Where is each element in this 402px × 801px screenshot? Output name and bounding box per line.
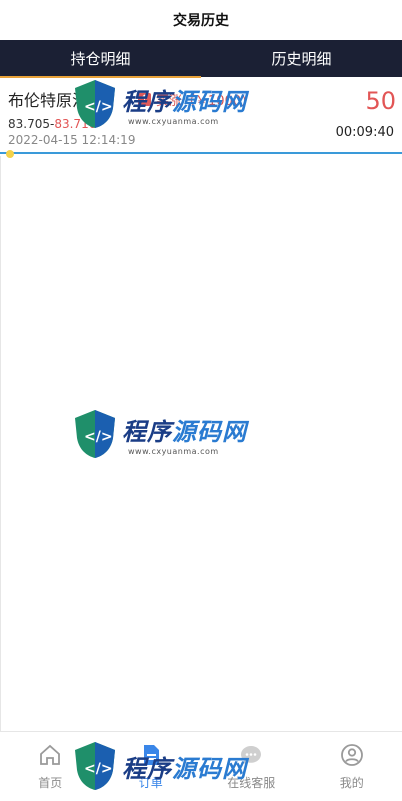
tab-bar: 持仓明细 历史明细: [0, 40, 402, 78]
page-header: 交易历史: [0, 0, 402, 40]
home-icon: [37, 742, 63, 768]
tab-positions[interactable]: 持仓明细: [0, 40, 201, 78]
list-empty-area: [0, 156, 402, 731]
profit-value: 50: [365, 87, 396, 115]
position-item[interactable]: 布伦特原油 ↑ 买涨 （￥1000） 83.705-83.716 2022-04…: [0, 77, 402, 158]
nav-home[interactable]: 首页: [0, 732, 101, 801]
tab-history[interactable]: 历史明细: [201, 40, 402, 77]
countdown-timer: 00:09:40: [335, 125, 394, 140]
tab-history-label: 历史明细: [271, 50, 332, 68]
order-icon: [138, 742, 164, 768]
open-price: 83.705: [8, 117, 50, 131]
user-icon: [339, 742, 365, 768]
nav-orders-label: 订单: [138, 776, 163, 790]
order-amount: （￥1000）: [182, 93, 255, 109]
direction-label: ↑ 买涨 （￥1000）: [138, 90, 254, 109]
page-title: 交易历史: [173, 13, 229, 29]
direction-text: 买涨: [156, 93, 183, 109]
nav-service[interactable]: 在线客服: [201, 732, 302, 801]
nav-service-label: 在线客服: [227, 776, 276, 790]
nav-profile[interactable]: 我的: [302, 732, 402, 801]
bottom-nav: 首页 订单 在线客服 我的: [0, 731, 402, 801]
nav-orders[interactable]: 订单: [101, 732, 202, 801]
tab-positions-label: 持仓明细: [70, 50, 131, 68]
nav-profile-label: 我的: [339, 776, 364, 790]
chat-icon: [238, 742, 264, 768]
buy-up-icon: ↑: [138, 92, 152, 106]
current-price: 83.716: [54, 117, 97, 131]
nav-home-label: 首页: [38, 776, 63, 790]
product-name: 布伦特原油: [8, 91, 89, 110]
